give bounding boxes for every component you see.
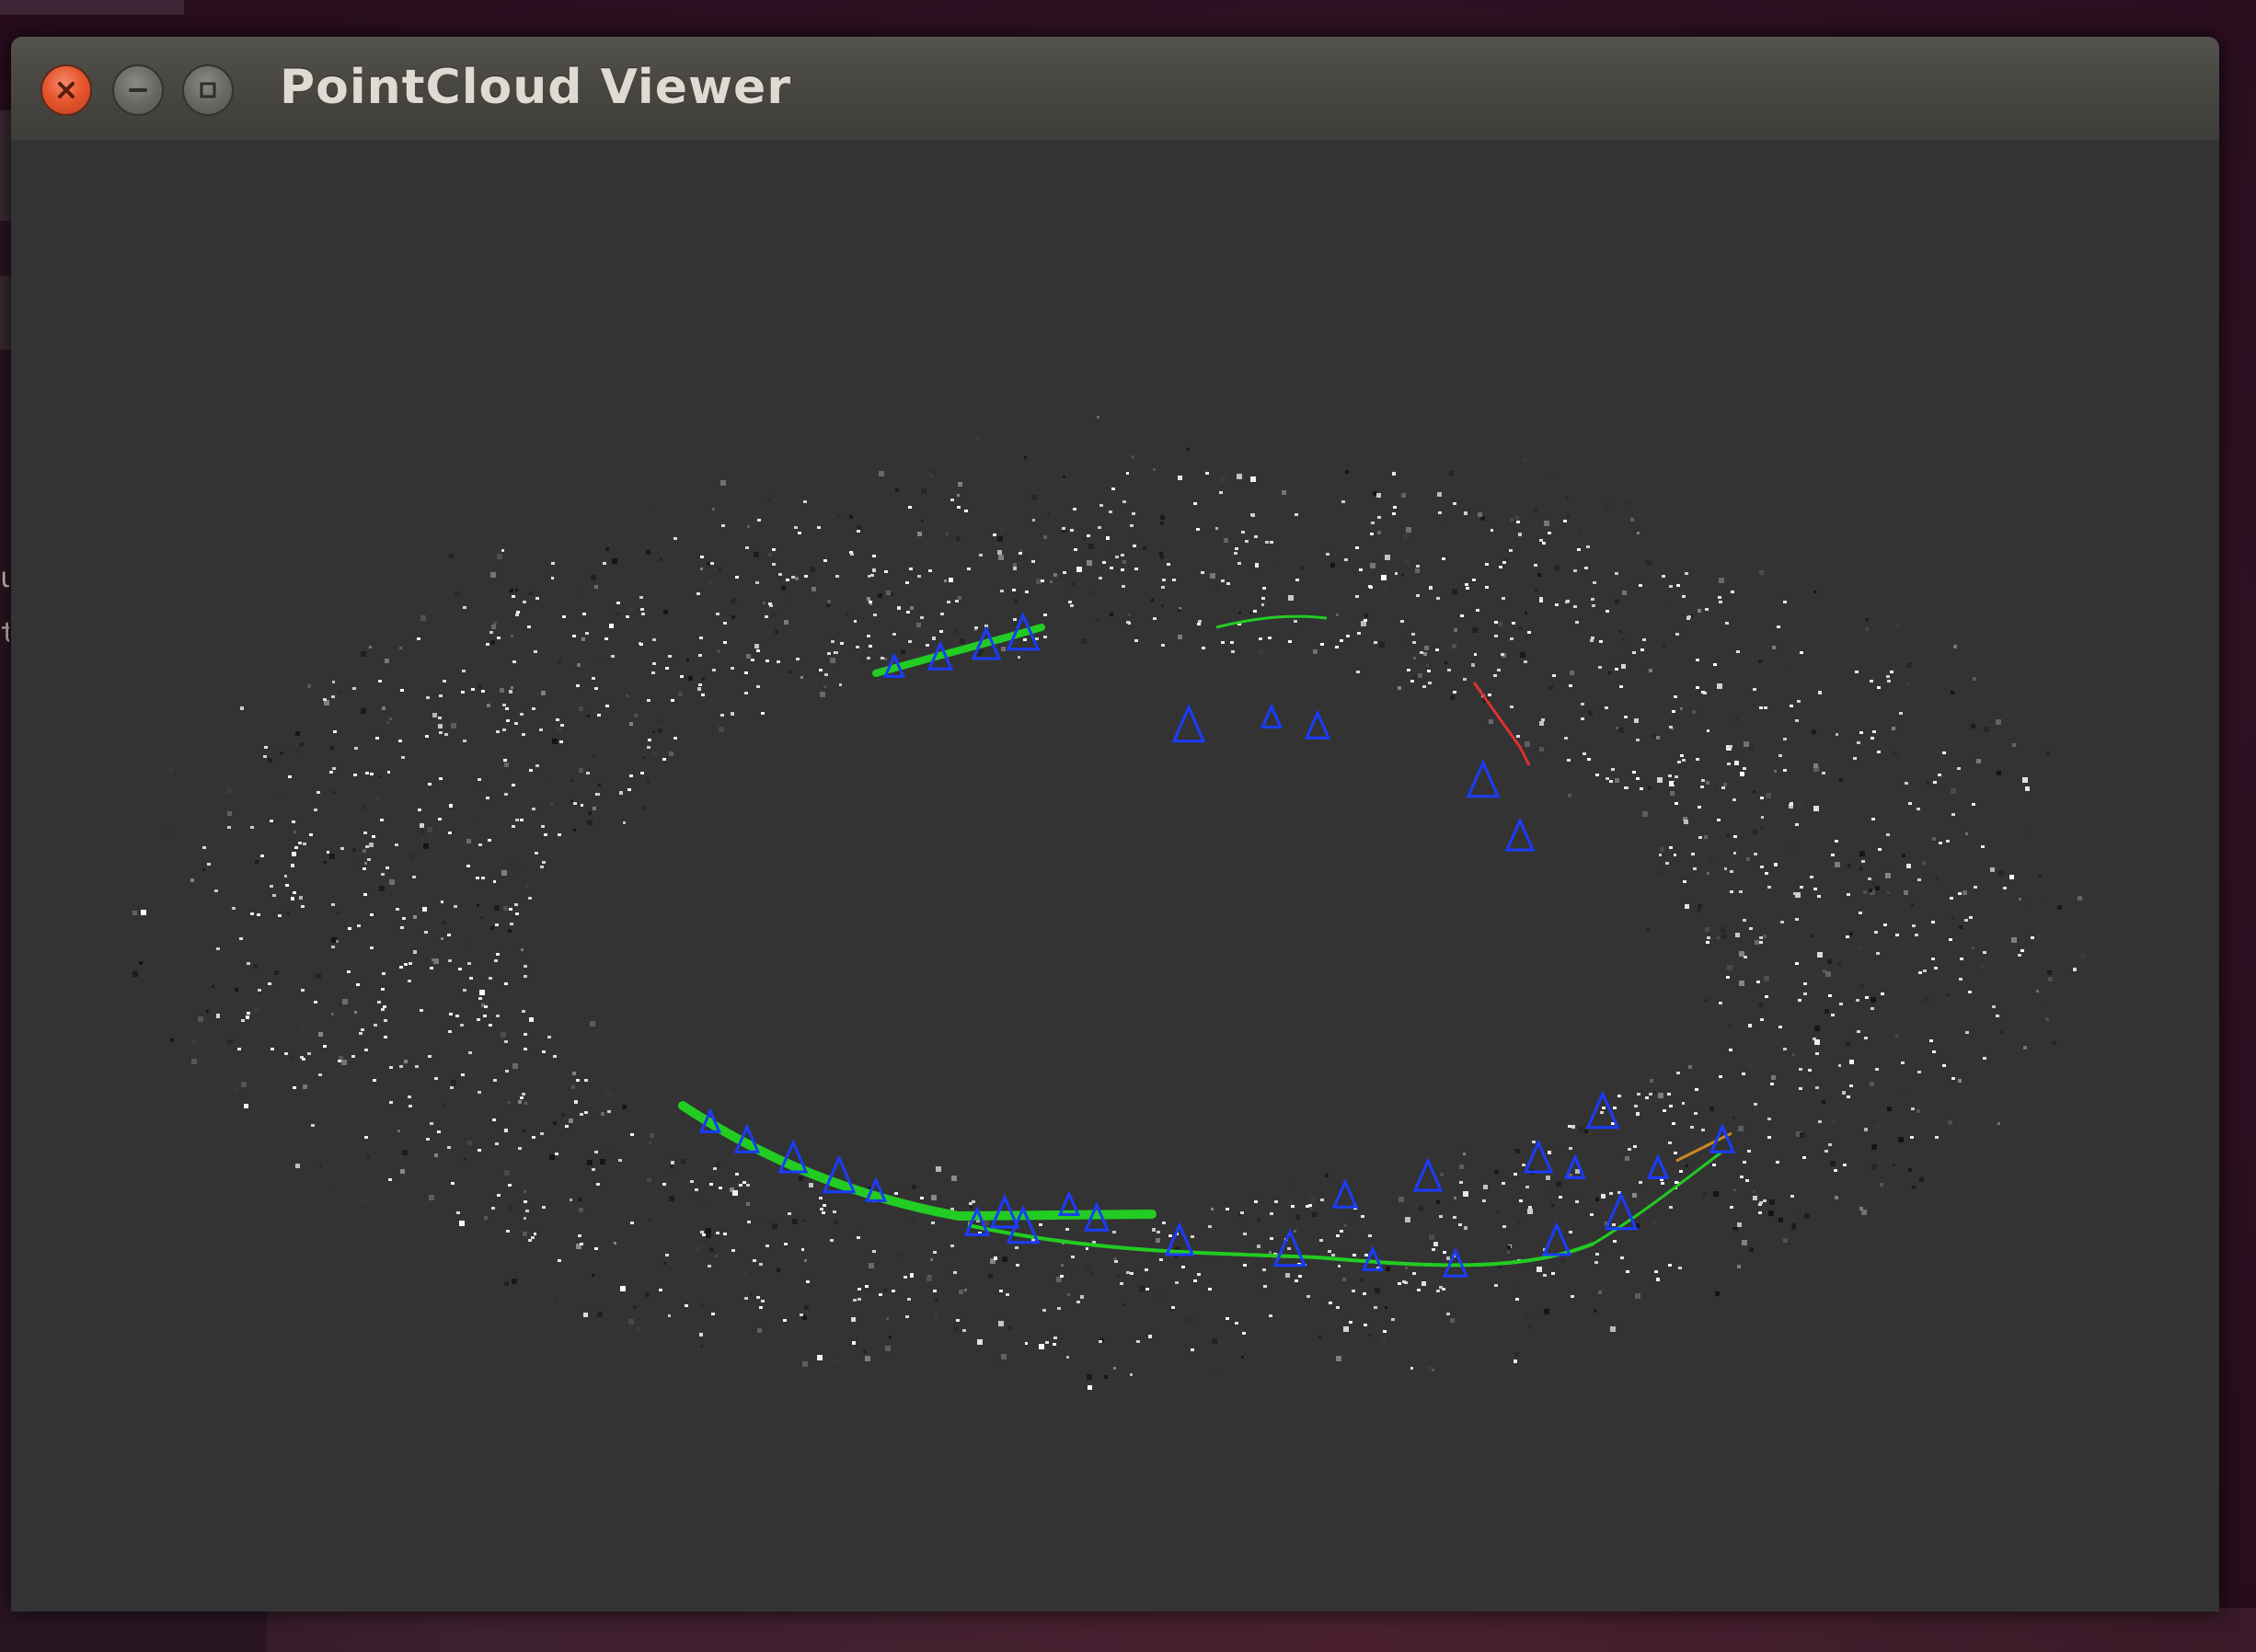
trajectory-segment-orange	[1675, 1131, 1732, 1163]
desktop-left-text: t	[0, 618, 9, 649]
point-cloud-points	[132, 416, 2086, 1390]
pointcloud-viewer-window[interactable]: PointCloud Viewer	[11, 37, 2219, 1612]
desktop-bottom-area	[0, 1608, 2256, 1652]
trajectory-segment-red	[1472, 682, 1531, 766]
trajectory-segment	[967, 1223, 1594, 1268]
minimize-icon	[129, 88, 147, 92]
camera-trajectory	[678, 614, 1732, 1268]
trajectory-segment	[678, 1101, 1157, 1222]
maximize-icon	[200, 82, 216, 98]
desktop-bottom-panel	[0, 1608, 267, 1652]
point-cloud-canvas[interactable]	[11, 140, 2219, 1612]
camera-frustums	[698, 612, 1736, 1278]
window-title: PointCloud Viewer	[280, 57, 791, 118]
desktop-top-strip	[0, 0, 184, 15]
desktop-left-text: u	[0, 563, 9, 594]
pointcloud-3d-viewport[interactable]	[11, 140, 2219, 1612]
maximize-button[interactable]	[182, 64, 234, 116]
close-icon	[58, 82, 75, 98]
window-titlebar[interactable]: PointCloud Viewer	[11, 37, 2219, 141]
minimize-button[interactable]	[112, 64, 164, 116]
close-button[interactable]	[40, 64, 92, 116]
